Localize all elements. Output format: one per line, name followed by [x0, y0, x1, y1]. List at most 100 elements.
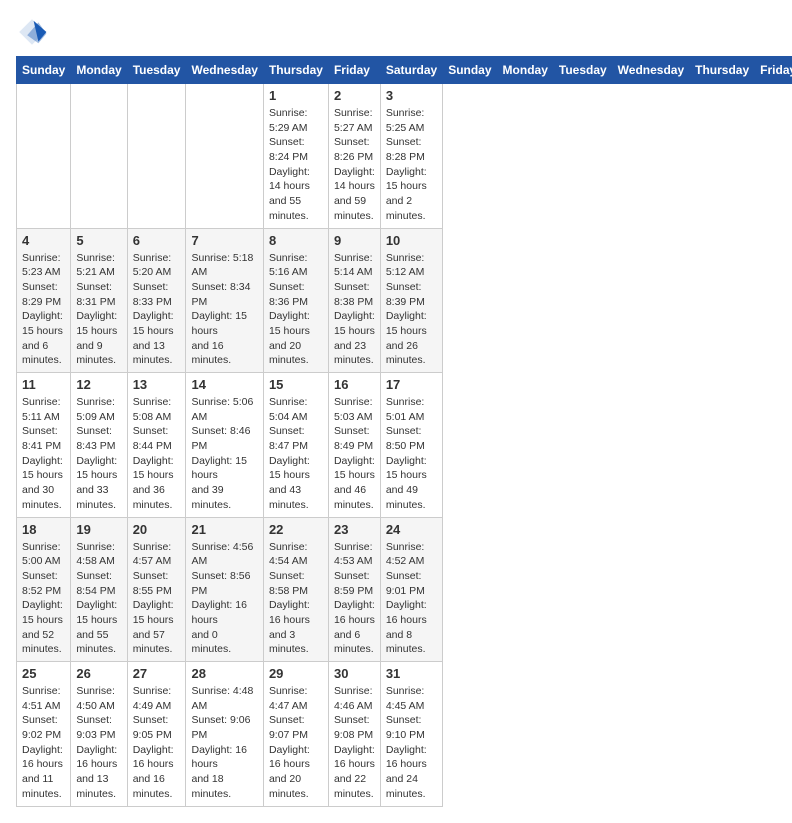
day-info: Sunrise: 4:46 AM Sunset: 9:08 PM Dayligh…: [334, 684, 375, 802]
day-number: 30: [334, 666, 375, 681]
calendar-week-3: 11 Sunrise: 5:11 AM Sunset: 8:41 PM Dayli…: [17, 373, 792, 518]
calendar-cell: 26Sunrise: 4:50 AM Sunset: 9:03 PM Dayli…: [71, 662, 127, 807]
day-info: Sunrise: 5:06 AM Sunset: 8:46 PM Dayligh…: [191, 395, 257, 513]
col-header-friday: Friday: [328, 57, 380, 84]
day-info: Sunrise: 5:27 AM Sunset: 8:26 PM Dayligh…: [334, 106, 375, 224]
calendar-cell: 4 Sunrise: 5:23 AM Sunset: 8:29 PM Daylig…: [17, 228, 71, 373]
col-header-thursday: Thursday: [263, 57, 328, 84]
day-number: 10: [386, 233, 437, 248]
calendar-cell: 12Sunrise: 5:09 AM Sunset: 8:43 PM Dayli…: [71, 373, 127, 518]
calendar-cell: 17 Sunrise: 5:01 AM Sunset: 8:50 PM Dayli…: [380, 373, 442, 518]
day-number: 20: [133, 522, 181, 537]
day-number: 31: [386, 666, 437, 681]
calendar-header-row: SundayMondayTuesdayWednesdayThursdayFrid…: [17, 57, 792, 84]
day-info: Sunrise: 5:23 AM Sunset: 8:29 PM Dayligh…: [22, 251, 65, 369]
day-number: 8: [269, 233, 323, 248]
day-info: Sunrise: 4:49 AM Sunset: 9:05 PM Dayligh…: [133, 684, 181, 802]
calendar-cell: 8 Sunrise: 5:16 AM Sunset: 8:36 PM Daylig…: [263, 228, 328, 373]
calendar-cell: 19 Sunrise: 4:58 AM Sunset: 8:54 PM Dayli…: [71, 517, 127, 662]
calendar-cell: 21 Sunrise: 4:56 AM Sunset: 8:56 PM Dayli…: [186, 517, 263, 662]
day-info: Sunrise: 5:09 AM Sunset: 8:43 PM Dayligh…: [76, 395, 121, 513]
day-number: 19: [76, 522, 121, 537]
col-header-tuesday: Tuesday: [127, 57, 186, 84]
calendar-week-1: 1 Sunrise: 5:29 AM Sunset: 8:24 PM Daylig…: [17, 84, 792, 229]
col-header-wednesday: Wednesday: [186, 57, 263, 84]
day-number: 21: [191, 522, 257, 537]
day-number: 29: [269, 666, 323, 681]
day-number: 18: [22, 522, 65, 537]
day-info: Sunrise: 5:01 AM Sunset: 8:50 PM Dayligh…: [386, 395, 437, 513]
calendar-cell: [17, 84, 71, 229]
calendar-cell: 11 Sunrise: 5:11 AM Sunset: 8:41 PM Dayli…: [17, 373, 71, 518]
day-info: Sunrise: 4:47 AM Sunset: 9:07 PM Dayligh…: [269, 684, 323, 802]
col-header-sunday: Sunday: [443, 57, 497, 84]
day-info: Sunrise: 4:56 AM Sunset: 8:56 PM Dayligh…: [191, 540, 257, 658]
calendar-cell: 9 Sunrise: 5:14 AM Sunset: 8:38 PM Daylig…: [328, 228, 380, 373]
calendar-week-2: 4 Sunrise: 5:23 AM Sunset: 8:29 PM Daylig…: [17, 228, 792, 373]
calendar-cell: 22 Sunrise: 4:54 AM Sunset: 8:58 PM Dayli…: [263, 517, 328, 662]
calendar-cell: 5 Sunrise: 5:21 AM Sunset: 8:31 PM Daylig…: [71, 228, 127, 373]
col-header-sunday: Sunday: [17, 57, 71, 84]
day-number: 17: [386, 377, 437, 392]
day-number: 5: [76, 233, 121, 248]
day-number: 13: [133, 377, 181, 392]
day-info: Sunrise: 5:11 AM Sunset: 8:41 PM Dayligh…: [22, 395, 65, 513]
day-number: 4: [22, 233, 65, 248]
day-number: 9: [334, 233, 375, 248]
day-info: Sunrise: 5:00 AM Sunset: 8:52 PM Dayligh…: [22, 540, 65, 658]
day-info: Sunrise: 5:03 AM Sunset: 8:49 PM Dayligh…: [334, 395, 375, 513]
calendar-cell: 14Sunrise: 5:06 AM Sunset: 8:46 PM Dayli…: [186, 373, 263, 518]
day-number: 16: [334, 377, 375, 392]
day-info: Sunrise: 5:18 AM Sunset: 8:34 PM Dayligh…: [191, 251, 257, 369]
day-info: Sunrise: 4:52 AM Sunset: 9:01 PM Dayligh…: [386, 540, 437, 658]
day-info: Sunrise: 5:21 AM Sunset: 8:31 PM Dayligh…: [76, 251, 121, 369]
calendar-cell: 29 Sunrise: 4:47 AM Sunset: 9:07 PM Dayli…: [263, 662, 328, 807]
calendar-cell: 23Sunrise: 4:53 AM Sunset: 8:59 PM Dayli…: [328, 517, 380, 662]
calendar-cell: 27 Sunrise: 4:49 AM Sunset: 9:05 PM Dayli…: [127, 662, 186, 807]
day-number: 22: [269, 522, 323, 537]
day-info: Sunrise: 4:57 AM Sunset: 8:55 PM Dayligh…: [133, 540, 181, 658]
col-header-tuesday: Tuesday: [553, 57, 612, 84]
calendar-cell: [186, 84, 263, 229]
col-header-monday: Monday: [497, 57, 553, 84]
day-number: 2: [334, 88, 375, 103]
calendar-cell: 30 Sunrise: 4:46 AM Sunset: 9:08 PM Dayli…: [328, 662, 380, 807]
day-info: Sunrise: 5:20 AM Sunset: 8:33 PM Dayligh…: [133, 251, 181, 369]
day-info: Sunrise: 4:48 AM Sunset: 9:06 PM Dayligh…: [191, 684, 257, 802]
day-info: Sunrise: 5:04 AM Sunset: 8:47 PM Dayligh…: [269, 395, 323, 513]
calendar-cell: 7 Sunrise: 5:18 AM Sunset: 8:34 PM Daylig…: [186, 228, 263, 373]
day-number: 27: [133, 666, 181, 681]
calendar-cell: 15 Sunrise: 5:04 AM Sunset: 8:47 PM Dayli…: [263, 373, 328, 518]
calendar-cell: 24 Sunrise: 4:52 AM Sunset: 9:01 PM Dayli…: [380, 517, 442, 662]
day-info: Sunrise: 5:08 AM Sunset: 8:44 PM Dayligh…: [133, 395, 181, 513]
calendar-cell: 16 Sunrise: 5:03 AM Sunset: 8:49 PM Dayli…: [328, 373, 380, 518]
calendar-cell: 31 Sunrise: 4:45 AM Sunset: 9:10 PM Dayli…: [380, 662, 442, 807]
logo-icon: [16, 16, 48, 48]
calendar-cell: 6 Sunrise: 5:20 AM Sunset: 8:33 PM Daylig…: [127, 228, 186, 373]
day-info: Sunrise: 4:58 AM Sunset: 8:54 PM Dayligh…: [76, 540, 121, 658]
day-info: Sunrise: 4:45 AM Sunset: 9:10 PM Dayligh…: [386, 684, 437, 802]
col-header-monday: Monday: [71, 57, 127, 84]
day-number: 15: [269, 377, 323, 392]
day-number: 6: [133, 233, 181, 248]
day-number: 25: [22, 666, 65, 681]
calendar-cell: 10Sunrise: 5:12 AM Sunset: 8:39 PM Dayli…: [380, 228, 442, 373]
page-header: [16, 16, 776, 48]
day-number: 1: [269, 88, 323, 103]
day-number: 11: [22, 377, 65, 392]
day-info: Sunrise: 5:14 AM Sunset: 8:38 PM Dayligh…: [334, 251, 375, 369]
day-info: Sunrise: 5:25 AM Sunset: 8:28 PM Dayligh…: [386, 106, 437, 224]
day-info: Sunrise: 5:16 AM Sunset: 8:36 PM Dayligh…: [269, 251, 323, 369]
calendar-cell: 2 Sunrise: 5:27 AM Sunset: 8:26 PM Daylig…: [328, 84, 380, 229]
day-info: Sunrise: 4:51 AM Sunset: 9:02 PM Dayligh…: [22, 684, 65, 802]
day-number: 23: [334, 522, 375, 537]
calendar-cell: 18 Sunrise: 5:00 AM Sunset: 8:52 PM Dayli…: [17, 517, 71, 662]
day-info: Sunrise: 5:29 AM Sunset: 8:24 PM Dayligh…: [269, 106, 323, 224]
day-number: 7: [191, 233, 257, 248]
day-number: 28: [191, 666, 257, 681]
calendar-cell: 20 Sunrise: 4:57 AM Sunset: 8:55 PM Dayli…: [127, 517, 186, 662]
calendar-week-5: 25 Sunrise: 4:51 AM Sunset: 9:02 PM Dayli…: [17, 662, 792, 807]
day-number: 24: [386, 522, 437, 537]
day-info: Sunrise: 4:54 AM Sunset: 8:58 PM Dayligh…: [269, 540, 323, 658]
calendar-cell: [71, 84, 127, 229]
